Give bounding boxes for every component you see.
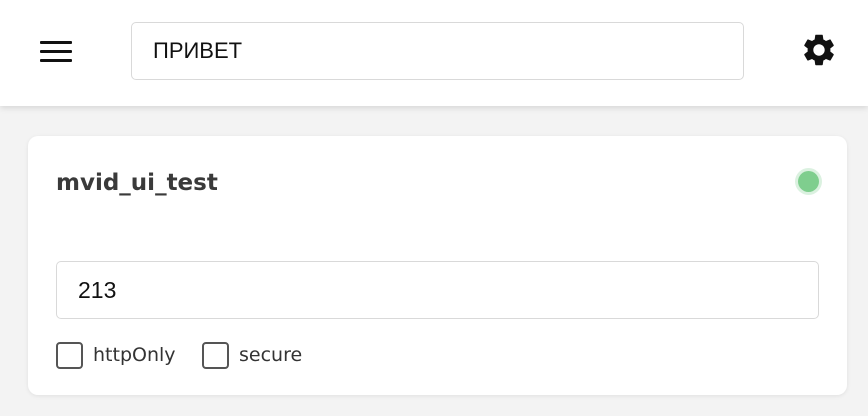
gear-icon[interactable] (800, 31, 838, 69)
httponly-checkbox[interactable]: httpOnly (56, 340, 176, 370)
secure-label: secure (239, 344, 303, 366)
cookie-value-input[interactable] (56, 261, 819, 319)
httponly-checkbox-box[interactable] (56, 341, 83, 369)
cookie-card: mvid_ui_test httpOnly secure (28, 136, 847, 395)
search-input[interactable] (131, 22, 744, 80)
secure-checkbox-box[interactable] (202, 341, 229, 369)
top-bar (0, 0, 868, 106)
hamburger-menu-icon[interactable] (36, 36, 76, 66)
secure-checkbox[interactable]: secure (202, 340, 302, 370)
status-indicator (798, 171, 819, 192)
httponly-label: httpOnly (93, 344, 176, 366)
cookie-name: mvid_ui_test (56, 170, 218, 196)
